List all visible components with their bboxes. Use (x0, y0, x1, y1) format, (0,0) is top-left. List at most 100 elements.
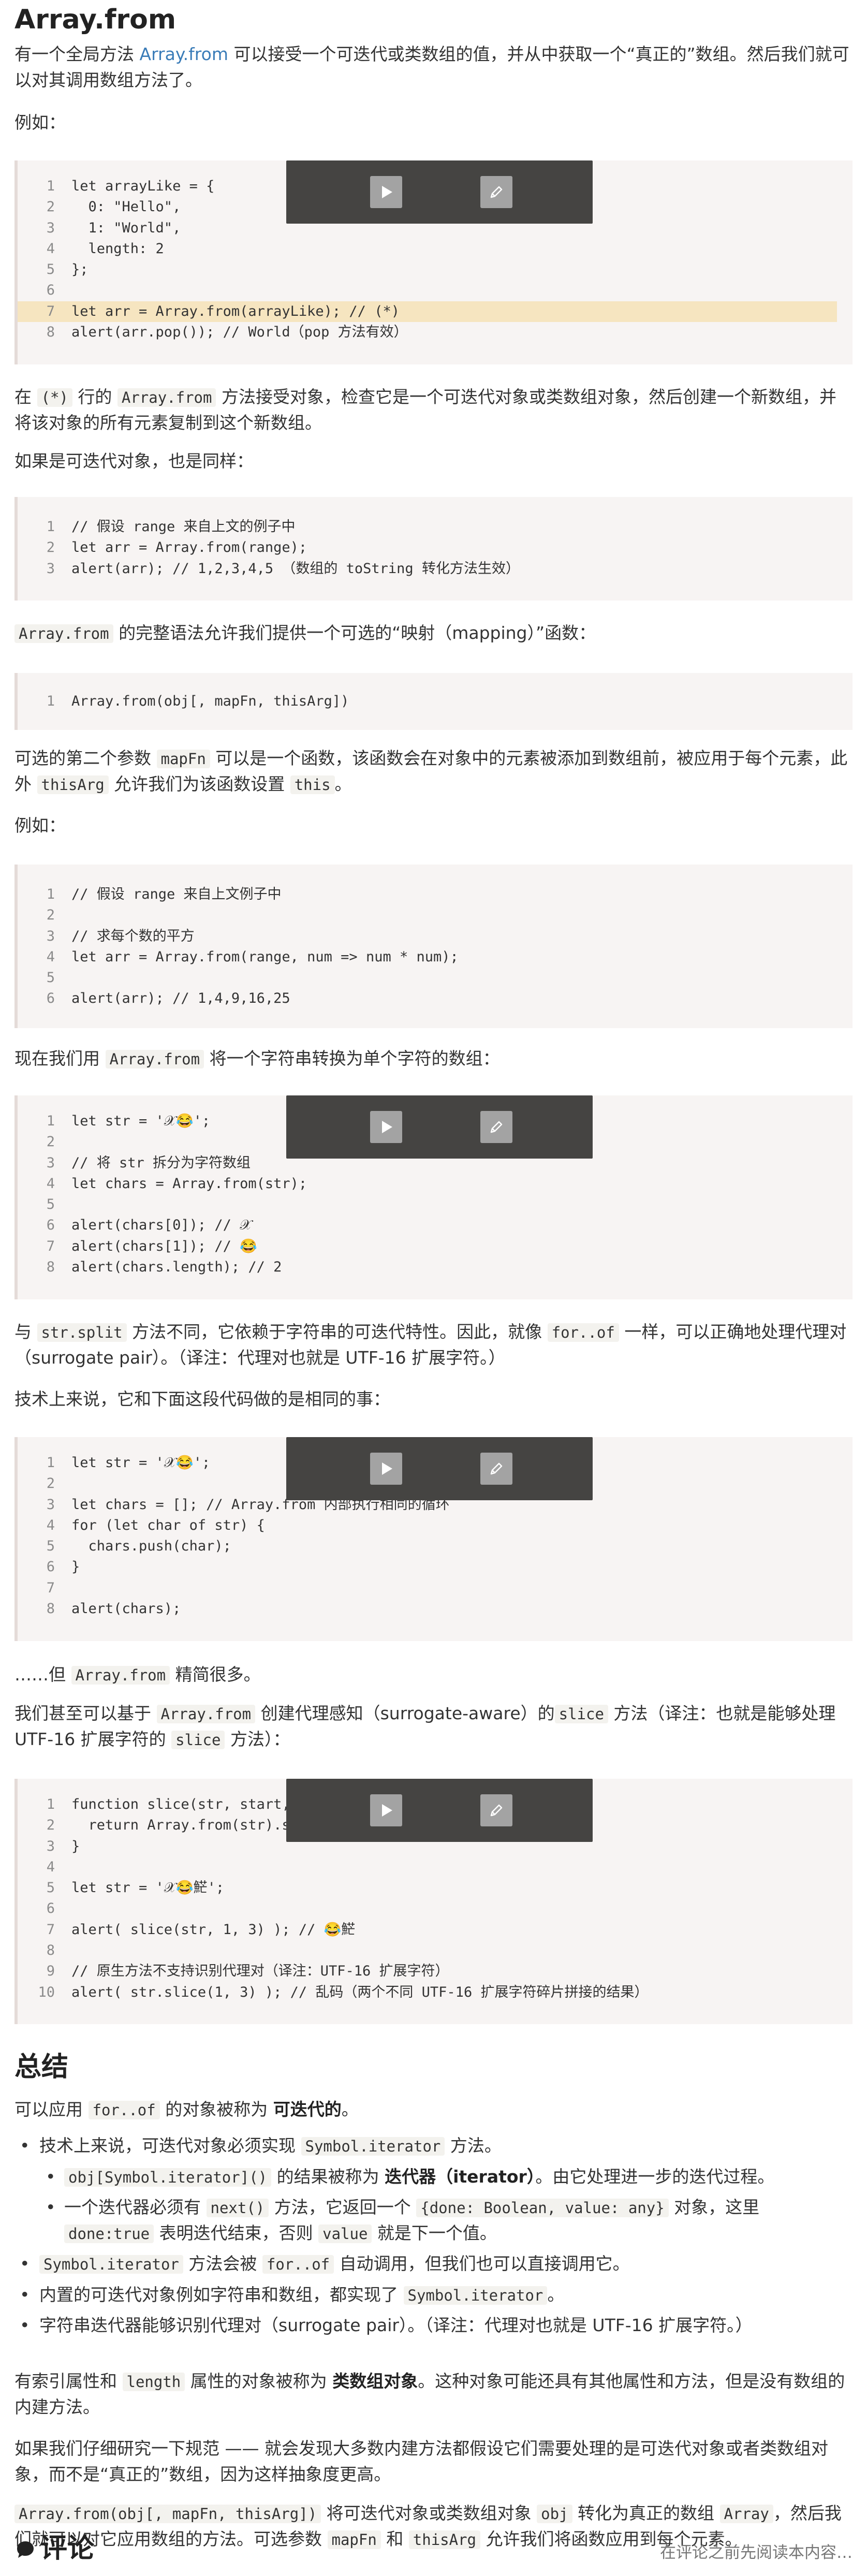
inline-code: Array.from (117, 388, 216, 407)
code-text: // 将 str 拆分为字符数组 (71, 1154, 251, 1171)
paragraph-mapfn: 可选的第二个参数 mapFn 可以是一个函数，该函数会在对象中的元素被添加到数组… (14, 745, 853, 797)
inline-code: Symbol.iterator (403, 2286, 548, 2305)
line-number: 8 (46, 1942, 55, 1959)
text: 。 (547, 2284, 565, 2305)
text: 技术上来说，可迭代对象必须实现 (39, 2135, 301, 2156)
text: 方法不同，它依赖于字符串的可迭代特性。因此，就像 (126, 1322, 548, 1342)
code-lines: 1 Array.from(obj[, mapFn, thisArg]) (18, 691, 853, 712)
code-line: 6} (18, 1557, 853, 1577)
code-text: }; (71, 261, 89, 278)
code-line: 4 let arr = Array.from(range, num => num … (18, 947, 853, 968)
list-item: Symbol.iterator 方法会被 for..of 自动调用，但我们也可以… (14, 2251, 853, 2277)
code-line: 6 alert(chars[0]); // 𝒳 (18, 1215, 853, 1236)
code-block-slice: 1 function slice(str, start, end) {2 retu… (14, 1779, 853, 2024)
line-number: 10 (38, 1984, 55, 2000)
paragraph-array-from-explain: 在 (*) 行的 Array.from 方法接受对象，检查它是一个可迭代对象或类… (14, 384, 853, 435)
code-line: 2 (18, 905, 853, 926)
code-line: 5 (18, 968, 853, 988)
line-number: 7 (46, 303, 55, 319)
inline-code: for..of (547, 1323, 619, 1342)
line-number: 7 (46, 1238, 55, 1254)
code-block-mapfn: 1 // 假设 range 来自上文例子中 2 3 // 求每个数的平方 4 let arr… (14, 865, 853, 1028)
line-number: 5 (46, 1880, 55, 1896)
code-line: 8 alert(chars); (18, 1599, 853, 1619)
code-line: 6 (18, 280, 853, 301)
line-number: 5 (46, 1196, 55, 1213)
inline-code: Array.from(obj[, mapFn, thisArg]) (14, 2505, 321, 2523)
code-line: 8 alert(arr.pop()); // World（pop 方法有效） (18, 322, 853, 343)
line-number: 3 (46, 219, 55, 236)
inline-code: length (122, 2373, 185, 2391)
line-number: 3 (46, 1838, 55, 1854)
text: 的结果被称为 (271, 2166, 385, 2187)
edit-button[interactable] (480, 1794, 512, 1826)
line-number: 8 (46, 1601, 55, 1617)
summary-intro: 可以应用 for..of 的对象被称为 可迭代的。 (14, 2097, 853, 2123)
line-number: 1 (46, 1455, 55, 1471)
text: 现在我们用 (14, 1048, 106, 1069)
edit-button[interactable] (480, 1111, 512, 1143)
page-title: Array.from (14, 4, 177, 35)
read-before-comment-link[interactable]: 在评论之前先阅读本内容… (660, 2539, 853, 2563)
run-button[interactable] (370, 1453, 402, 1485)
line-number: 4 (46, 1517, 55, 1533)
pencil-icon (490, 1121, 503, 1133)
inline-code: Array.from (156, 1705, 256, 1723)
inline-code: Array.from (105, 1050, 204, 1069)
inline-code: Array.from (14, 624, 113, 643)
paragraph-iterable: 如果是可迭代对象，也是同样： (14, 451, 254, 471)
inline-code: this (290, 775, 335, 794)
code-text: let arr = Array.from(range, num => num *… (71, 948, 459, 965)
run-button[interactable] (370, 176, 402, 208)
inline-code: Symbol.iterator (39, 2255, 183, 2274)
line-number: 6 (46, 1559, 55, 1575)
line-number: 2 (46, 539, 55, 556)
code-line: 5 chars.push(char); (18, 1536, 853, 1557)
text: 一个迭代器必须有 (64, 2197, 207, 2217)
code-line: 9 // 原生方法不支持识别代理对（译注：UTF-16 扩展字符） (18, 1961, 853, 1982)
line-number: 8 (46, 1259, 55, 1276)
inline-code: next() (206, 2199, 269, 2217)
code-text: 0: "Hello", (71, 199, 181, 215)
edit-button[interactable] (480, 176, 512, 208)
edit-button[interactable] (480, 1453, 512, 1485)
text: 。 (334, 773, 352, 794)
code-line: 7 (18, 1578, 853, 1599)
text: ……但 (14, 1664, 71, 1685)
array-from-link[interactable]: Array.from (140, 44, 228, 64)
text: 就是下一个值。 (372, 2222, 497, 2243)
code-text: // 原生方法不支持识别代理对（译注：UTF-16 扩展字符） (71, 1963, 449, 1980)
inline-code: (*) (37, 388, 72, 407)
run-button[interactable] (370, 1111, 402, 1143)
inline-code: slice (171, 1730, 225, 1749)
text: 方法）： (225, 1729, 290, 1749)
text: 将一个字符串转换为单个字符的数组： (204, 1048, 500, 1069)
inline-code: slice (554, 1705, 608, 1723)
code-text: let chars = Array.from(str); (71, 1175, 307, 1192)
line-number: 9 (46, 1963, 55, 1980)
text: 有索引属性和 (14, 2371, 123, 2391)
code-line: 4 length: 2 (18, 239, 853, 259)
code-line: 10 alert( str.slice(1, 3) ); // 乱码（两个不同 U… (18, 1982, 853, 2003)
text: 将可迭代对象或类数组对象 (321, 2503, 537, 2523)
code-text: alert( str.slice(1, 3) ); // 乱码（两个不同 UTF… (71, 1984, 649, 2000)
code-text: Array.from(obj[, mapFn, thisArg]) (71, 693, 349, 709)
line-number: 5 (46, 970, 55, 986)
code-toolbar (286, 1779, 593, 1842)
code-text: alert(chars.length); // 2 (71, 1259, 282, 1276)
line-number: 4 (46, 948, 55, 965)
code-block-for-of: 1 let str = '𝒳😂'; 2 3 let chars = []; // Arr… (14, 1437, 853, 1641)
line-number: 1 (46, 1113, 55, 1129)
code-text: let arrayLike = { (71, 178, 215, 194)
code-line: 2 let arr = Array.from(range); (18, 537, 853, 558)
line-number: 5 (46, 1538, 55, 1555)
code-line: 3 alert(arr); // 1,2,3,4,5 （数组的 toString … (18, 559, 853, 579)
run-button[interactable] (370, 1794, 402, 1826)
text: 方法。 (445, 2135, 502, 2156)
code-text: // 求每个数的平方 (71, 928, 195, 944)
text: 自动调用，但我们也可以直接调用它。 (334, 2253, 630, 2274)
code-line: 6 alert(arr); // 1,4,9,16,25 (18, 988, 853, 1009)
code-line: 6 (18, 1898, 853, 1919)
code-line: 5 (18, 1194, 853, 1215)
paragraph-technically: 技术上来说，它和下面这段代码做的是相同的事： (14, 1389, 390, 1409)
